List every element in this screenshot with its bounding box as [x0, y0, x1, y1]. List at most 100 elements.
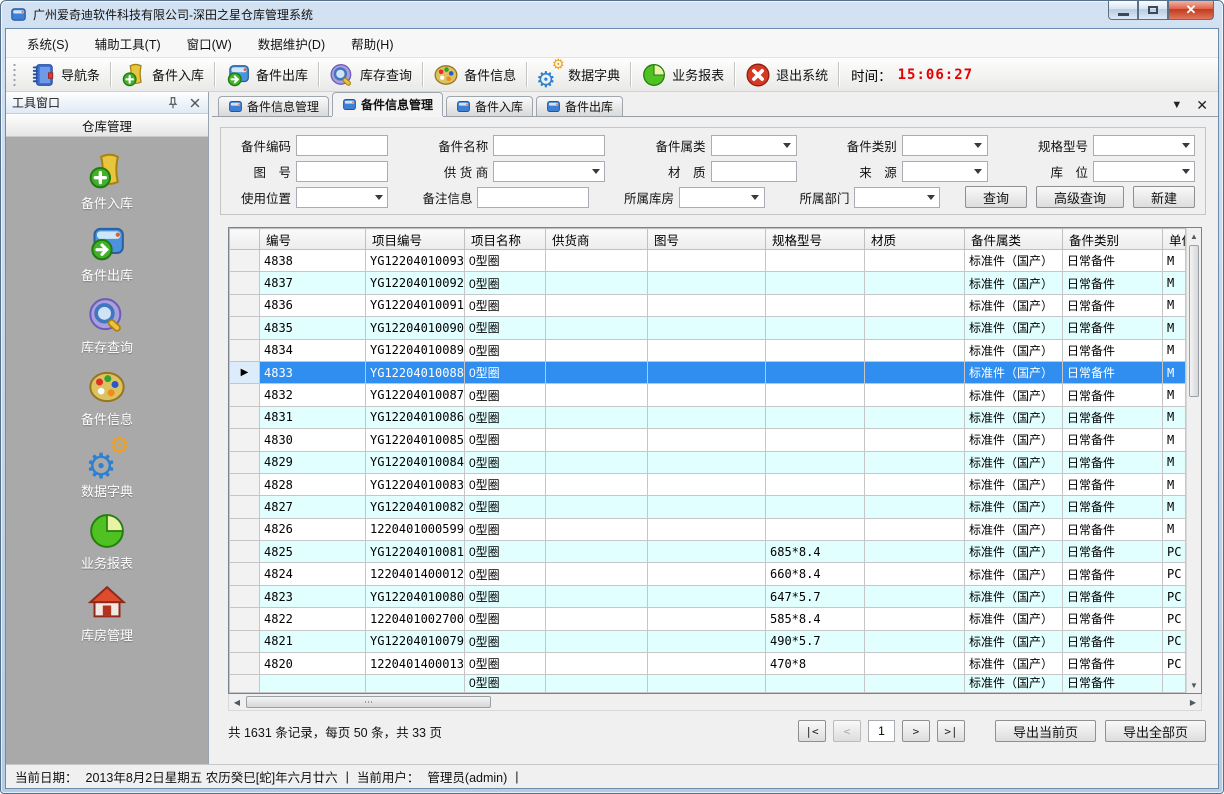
grid-cell[interactable] — [546, 653, 648, 675]
next-page-button[interactable]: > — [902, 720, 930, 742]
row-selector[interactable] — [230, 608, 260, 630]
grid-cell[interactable]: 标准件（国产） — [965, 384, 1063, 406]
grid-cell[interactable]: 660*8.4 — [766, 563, 865, 585]
tab[interactable]: 备件信息管理 — [218, 96, 329, 116]
grid-row[interactable]: 4821YG122040100790型圈490*5.7标准件（国产）日常备件PC — [230, 630, 1186, 652]
row-selector[interactable] — [230, 541, 260, 563]
grid-cell[interactable]: 标准件（国产） — [965, 630, 1063, 652]
combo-arrow-icon[interactable] — [588, 163, 603, 180]
combo-arrow-icon[interactable] — [1178, 137, 1193, 154]
grid-cell[interactable]: 日常备件 — [1063, 653, 1163, 675]
grid-row[interactable]: 0型圈标准件（国产）日常备件 — [230, 675, 1186, 693]
menu-item[interactable]: 数据维护(D) — [245, 29, 338, 57]
grid-row[interactable]: 4828YG122040100830型圈标准件（国产）日常备件M — [230, 473, 1186, 495]
combo-box[interactable] — [902, 135, 988, 156]
combo-arrow-icon[interactable] — [780, 137, 795, 154]
row-selector[interactable] — [230, 384, 260, 406]
row-selector[interactable] — [230, 518, 260, 540]
grid-cell[interactable]: 4829 — [260, 451, 366, 473]
grid-cell[interactable]: PC — [1163, 585, 1186, 607]
grid-cell[interactable]: 标准件（国产） — [965, 653, 1063, 675]
toolbar-button[interactable]: 导航条 — [22, 60, 108, 90]
toolbar-button[interactable]: 备件信息 — [425, 60, 524, 90]
grid-cell[interactable]: PC — [1163, 563, 1186, 585]
grid-cell[interactable]: YG12204010088 — [366, 361, 465, 383]
grid-row[interactable]: 4832YG122040100870型圈标准件（国产）日常备件M — [230, 384, 1186, 406]
grid-cell[interactable]: 4833 — [260, 361, 366, 383]
grid-cell[interactable]: YG12204010080 — [366, 585, 465, 607]
grid-cell[interactable]: 标准件（国产） — [965, 451, 1063, 473]
grid-row[interactable]: 4836YG122040100910型圈标准件（国产）日常备件M — [230, 294, 1186, 316]
grid-cell[interactable]: YG12204010087 — [366, 384, 465, 406]
grid-cell[interactable]: 标准件（国产） — [965, 361, 1063, 383]
prev-page-button[interactable]: < — [833, 720, 861, 742]
grid-cell[interactable]: 4832 — [260, 384, 366, 406]
scrollbar-thumb[interactable] — [1189, 245, 1199, 397]
tab[interactable]: 备件信息管理 — [332, 92, 443, 116]
row-selector[interactable] — [230, 585, 260, 607]
grid-header-cell[interactable]: 单位 — [1163, 229, 1186, 250]
text-input[interactable] — [296, 161, 388, 182]
menu-item[interactable]: 辅助工具(T) — [82, 29, 174, 57]
grid-cell[interactable] — [766, 473, 865, 495]
scroll-up-icon[interactable]: ▲ — [1187, 228, 1201, 244]
grid-cell[interactable]: M — [1163, 496, 1186, 518]
grid-cell[interactable] — [546, 317, 648, 339]
grid-cell[interactable]: 685*8.4 — [766, 541, 865, 563]
grid-cell[interactable] — [648, 630, 766, 652]
grid-cell[interactable] — [546, 473, 648, 495]
nav-item[interactable]: ⚙⚙数据字典 — [81, 439, 133, 500]
text-input[interactable] — [296, 135, 388, 156]
grid-cell[interactable]: M — [1163, 250, 1186, 272]
grid-cell[interactable] — [766, 361, 865, 383]
grid-cell[interactable]: 标准件（国产） — [965, 473, 1063, 495]
grid-cell[interactable] — [648, 250, 766, 272]
grid-cell[interactable]: M — [1163, 451, 1186, 473]
grid-cell[interactable]: M — [1163, 361, 1186, 383]
grid-cell[interactable]: 0型圈 — [465, 339, 546, 361]
grid-cell[interactable] — [546, 518, 648, 540]
page-number-input[interactable] — [868, 720, 895, 742]
combo-arrow-icon[interactable] — [1178, 163, 1193, 180]
grid-cell[interactable] — [865, 563, 965, 585]
grid-cell[interactable]: 4822 — [260, 608, 366, 630]
vertical-scrollbar[interactable]: ▲ ▼ — [1186, 228, 1201, 693]
grid-cell[interactable]: 490*5.7 — [766, 630, 865, 652]
row-selector[interactable] — [230, 429, 260, 451]
row-selector[interactable] — [230, 451, 260, 473]
grid-row[interactable]: 482212204010027000型圈585*8.4标准件（国产）日常备件PC — [230, 608, 1186, 630]
grid-cell[interactable] — [865, 451, 965, 473]
grid-cell[interactable]: PC — [1163, 630, 1186, 652]
grid-row[interactable]: 4834YG122040100890型圈标准件（国产）日常备件M — [230, 339, 1186, 361]
grid-cell[interactable]: YG12204010089 — [366, 339, 465, 361]
combo-arrow-icon[interactable] — [971, 137, 986, 154]
grid-cell[interactable] — [766, 294, 865, 316]
grid-cell[interactable] — [865, 496, 965, 518]
grid-cell[interactable] — [648, 473, 766, 495]
grid-cell[interactable] — [865, 653, 965, 675]
combo-arrow-icon[interactable] — [971, 163, 986, 180]
new-button[interactable]: 新建 — [1133, 186, 1195, 208]
grid-cell[interactable] — [648, 361, 766, 383]
pin-icon[interactable] — [166, 96, 180, 110]
grid-cell[interactable] — [766, 496, 865, 518]
grid-cell[interactable]: 日常备件 — [1063, 250, 1163, 272]
grid-cell[interactable]: 1220401400012 — [366, 563, 465, 585]
query-button[interactable]: 查询 — [965, 186, 1027, 208]
close-button[interactable]: ✕ — [1168, 1, 1214, 20]
grid-cell[interactable] — [865, 361, 965, 383]
combo-box[interactable] — [711, 135, 797, 156]
grid-cell[interactable]: 0型圈 — [465, 563, 546, 585]
grid-cell[interactable]: 日常备件 — [1063, 585, 1163, 607]
grid-cell[interactable]: 标准件（国产） — [965, 317, 1063, 339]
grid-cell[interactable]: 日常备件 — [1063, 675, 1163, 693]
grid-cell[interactable] — [648, 653, 766, 675]
grid-cell[interactable]: 日常备件 — [1063, 630, 1163, 652]
grid-cell[interactable] — [865, 518, 965, 540]
grid-cell[interactable]: YG12204010092 — [366, 272, 465, 294]
grid-cell[interactable]: 0型圈 — [465, 451, 546, 473]
tool-window-close-icon[interactable] — [188, 96, 202, 110]
grid-row[interactable]: 4825YG122040100810型圈685*8.4标准件（国产）日常备件PC — [230, 541, 1186, 563]
grid-cell[interactable]: 日常备件 — [1063, 563, 1163, 585]
scroll-down-icon[interactable]: ▼ — [1187, 677, 1201, 693]
